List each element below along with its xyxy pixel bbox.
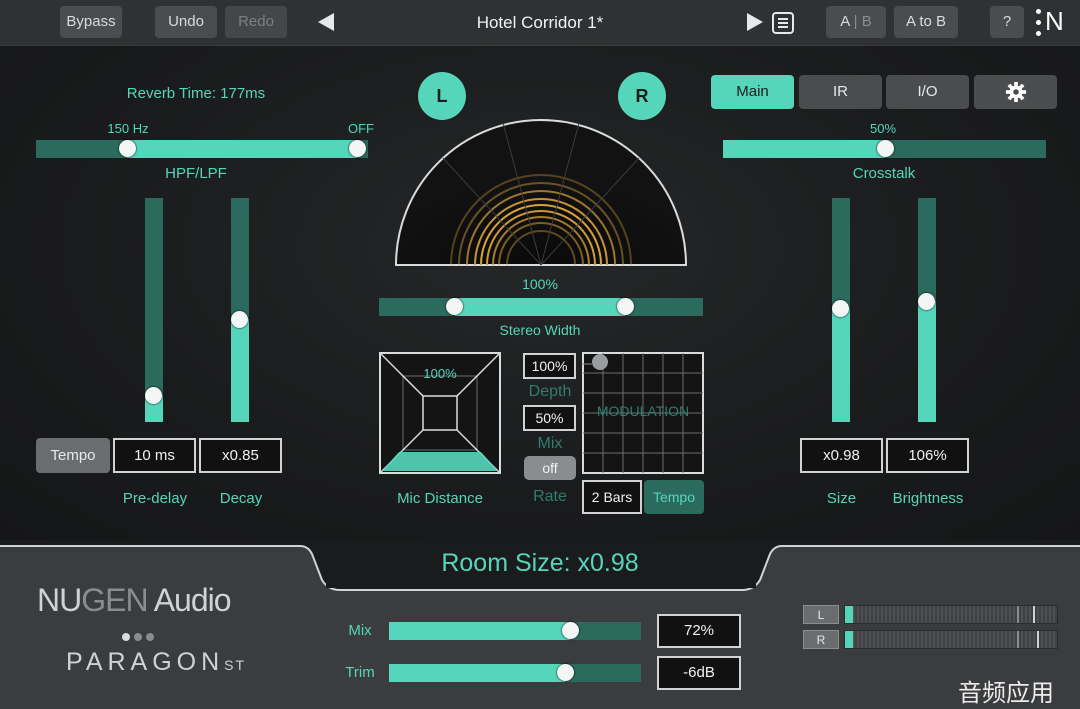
rate-toggle-button[interactable]: off [524, 456, 576, 480]
size-handle[interactable] [832, 299, 849, 317]
size-slider[interactable] [832, 198, 850, 422]
decay-slider[interactable] [231, 198, 249, 422]
modulation-title: MODULATION [596, 403, 690, 419]
meter-right-bar [844, 630, 1058, 649]
brand-gen: GEN [81, 582, 148, 618]
brand-dots-icon [122, 628, 162, 641]
mic-distance-label: Mic Distance [397, 490, 483, 507]
right-channel-button[interactable]: R [618, 72, 666, 120]
tab-main[interactable]: Main [711, 75, 794, 109]
predelay-handle[interactable] [145, 386, 162, 404]
meter-right-label: R [803, 630, 839, 649]
output-mix-handle[interactable] [561, 622, 579, 639]
stereo-width-right-handle[interactable] [617, 298, 634, 315]
brightness-value-field[interactable]: 106% [886, 438, 969, 473]
trim-slider[interactable] [389, 664, 641, 682]
stereo-width-slider[interactable] [379, 298, 703, 316]
product-name: PARAGONST [66, 648, 246, 677]
predelay-slider[interactable] [145, 198, 163, 422]
decay-value-field[interactable]: x0.85 [199, 438, 282, 473]
brand-audio: Audio [147, 582, 232, 618]
ab-compare-button[interactable]: A | B [826, 6, 886, 38]
decay-label: Decay [219, 490, 263, 507]
output-mix-label: Mix [348, 622, 372, 639]
ab-b-label: B [861, 13, 872, 30]
trim-label: Trim [345, 664, 375, 681]
mod-tempo-button[interactable]: Tempo [644, 480, 704, 514]
nugen-audio-logo: NUGEN Audio [37, 582, 232, 619]
redo-button[interactable]: Redo [225, 6, 287, 38]
meter-left-bar [844, 605, 1058, 624]
product-suffix: ST [224, 657, 247, 673]
predelay-label: Pre-delay [122, 490, 188, 507]
stereo-width-label: Stereo Width [499, 322, 581, 338]
undo-button[interactable]: Undo [155, 6, 217, 38]
lpf-value: OFF [348, 121, 374, 136]
predelay-value-field[interactable]: 10 ms [113, 438, 196, 473]
tab-ir[interactable]: IR [799, 75, 882, 109]
gear-icon [1005, 81, 1026, 103]
nugen-logo: N [1045, 6, 1064, 36]
predelay-tempo-button[interactable]: Tempo [36, 438, 110, 473]
next-preset-icon[interactable] [747, 13, 763, 31]
stereo-width-value: 100% [522, 276, 558, 292]
hpf-value: 150 Hz [107, 121, 149, 136]
preset-list-icon[interactable] [772, 12, 794, 34]
rate-bars-field[interactable]: 2 Bars [582, 480, 642, 514]
crosstalk-slider[interactable] [723, 140, 1046, 158]
decay-handle[interactable] [231, 310, 248, 328]
crosstalk-handle[interactable] [876, 140, 894, 157]
mix-value-field[interactable]: 50% [523, 405, 576, 431]
reverb-time-readout: Reverb Time: 177ms [126, 85, 266, 102]
depth-value-field[interactable]: 100% [523, 353, 576, 379]
tab-io[interactable]: I/O [886, 75, 969, 109]
brightness-slider[interactable] [918, 198, 936, 422]
hpf-handle[interactable] [119, 140, 136, 157]
depth-label: Depth [528, 383, 572, 400]
help-button[interactable]: ? [990, 6, 1024, 38]
output-mix-value-field[interactable]: 72% [657, 614, 741, 648]
lpf-handle[interactable] [349, 140, 366, 157]
trim-handle[interactable] [556, 664, 574, 681]
brightness-label: Brightness [892, 490, 964, 507]
stereo-width-left-handle[interactable] [446, 298, 463, 315]
mod-mix-label: Mix [537, 435, 563, 452]
stereo-field-display [394, 119, 688, 266]
top-toolbar: Bypass Undo Redo Hotel Corridor 1* A | B… [0, 0, 1080, 46]
output-mix-slider[interactable] [389, 622, 641, 640]
meter-left-label: L [803, 605, 839, 624]
brightness-handle[interactable] [918, 292, 935, 310]
trim-value-field[interactable]: -6dB [657, 656, 741, 690]
watermark-text: 音频应用 [958, 680, 1054, 707]
a-to-b-button[interactable]: A to B [894, 6, 958, 38]
logo-dots-icon [1036, 9, 1042, 37]
size-value-field[interactable]: x0.98 [800, 438, 883, 473]
modulation-pad-handle [592, 354, 608, 370]
previous-preset-icon[interactable] [318, 13, 334, 31]
crosstalk-label: Crosstalk [852, 165, 916, 182]
mic-distance-value: 100% [423, 366, 457, 381]
ab-a-label: A [840, 13, 850, 30]
hpf-lpf-label: HPF/LPF [165, 165, 227, 182]
rate-label: Rate [533, 488, 567, 505]
bypass-button[interactable]: Bypass [60, 6, 122, 38]
preset-name[interactable]: Hotel Corridor 1* [380, 0, 700, 46]
product-name-main: PARAGON [66, 648, 225, 676]
hpf-lpf-slider[interactable] [36, 140, 368, 158]
crosstalk-value: 50% [869, 121, 897, 136]
room-size-readout: Room Size: x0.98 [441, 549, 639, 577]
left-channel-button[interactable]: L [418, 72, 466, 120]
tab-settings[interactable] [974, 75, 1057, 109]
brand-nu: NU [37, 582, 82, 618]
